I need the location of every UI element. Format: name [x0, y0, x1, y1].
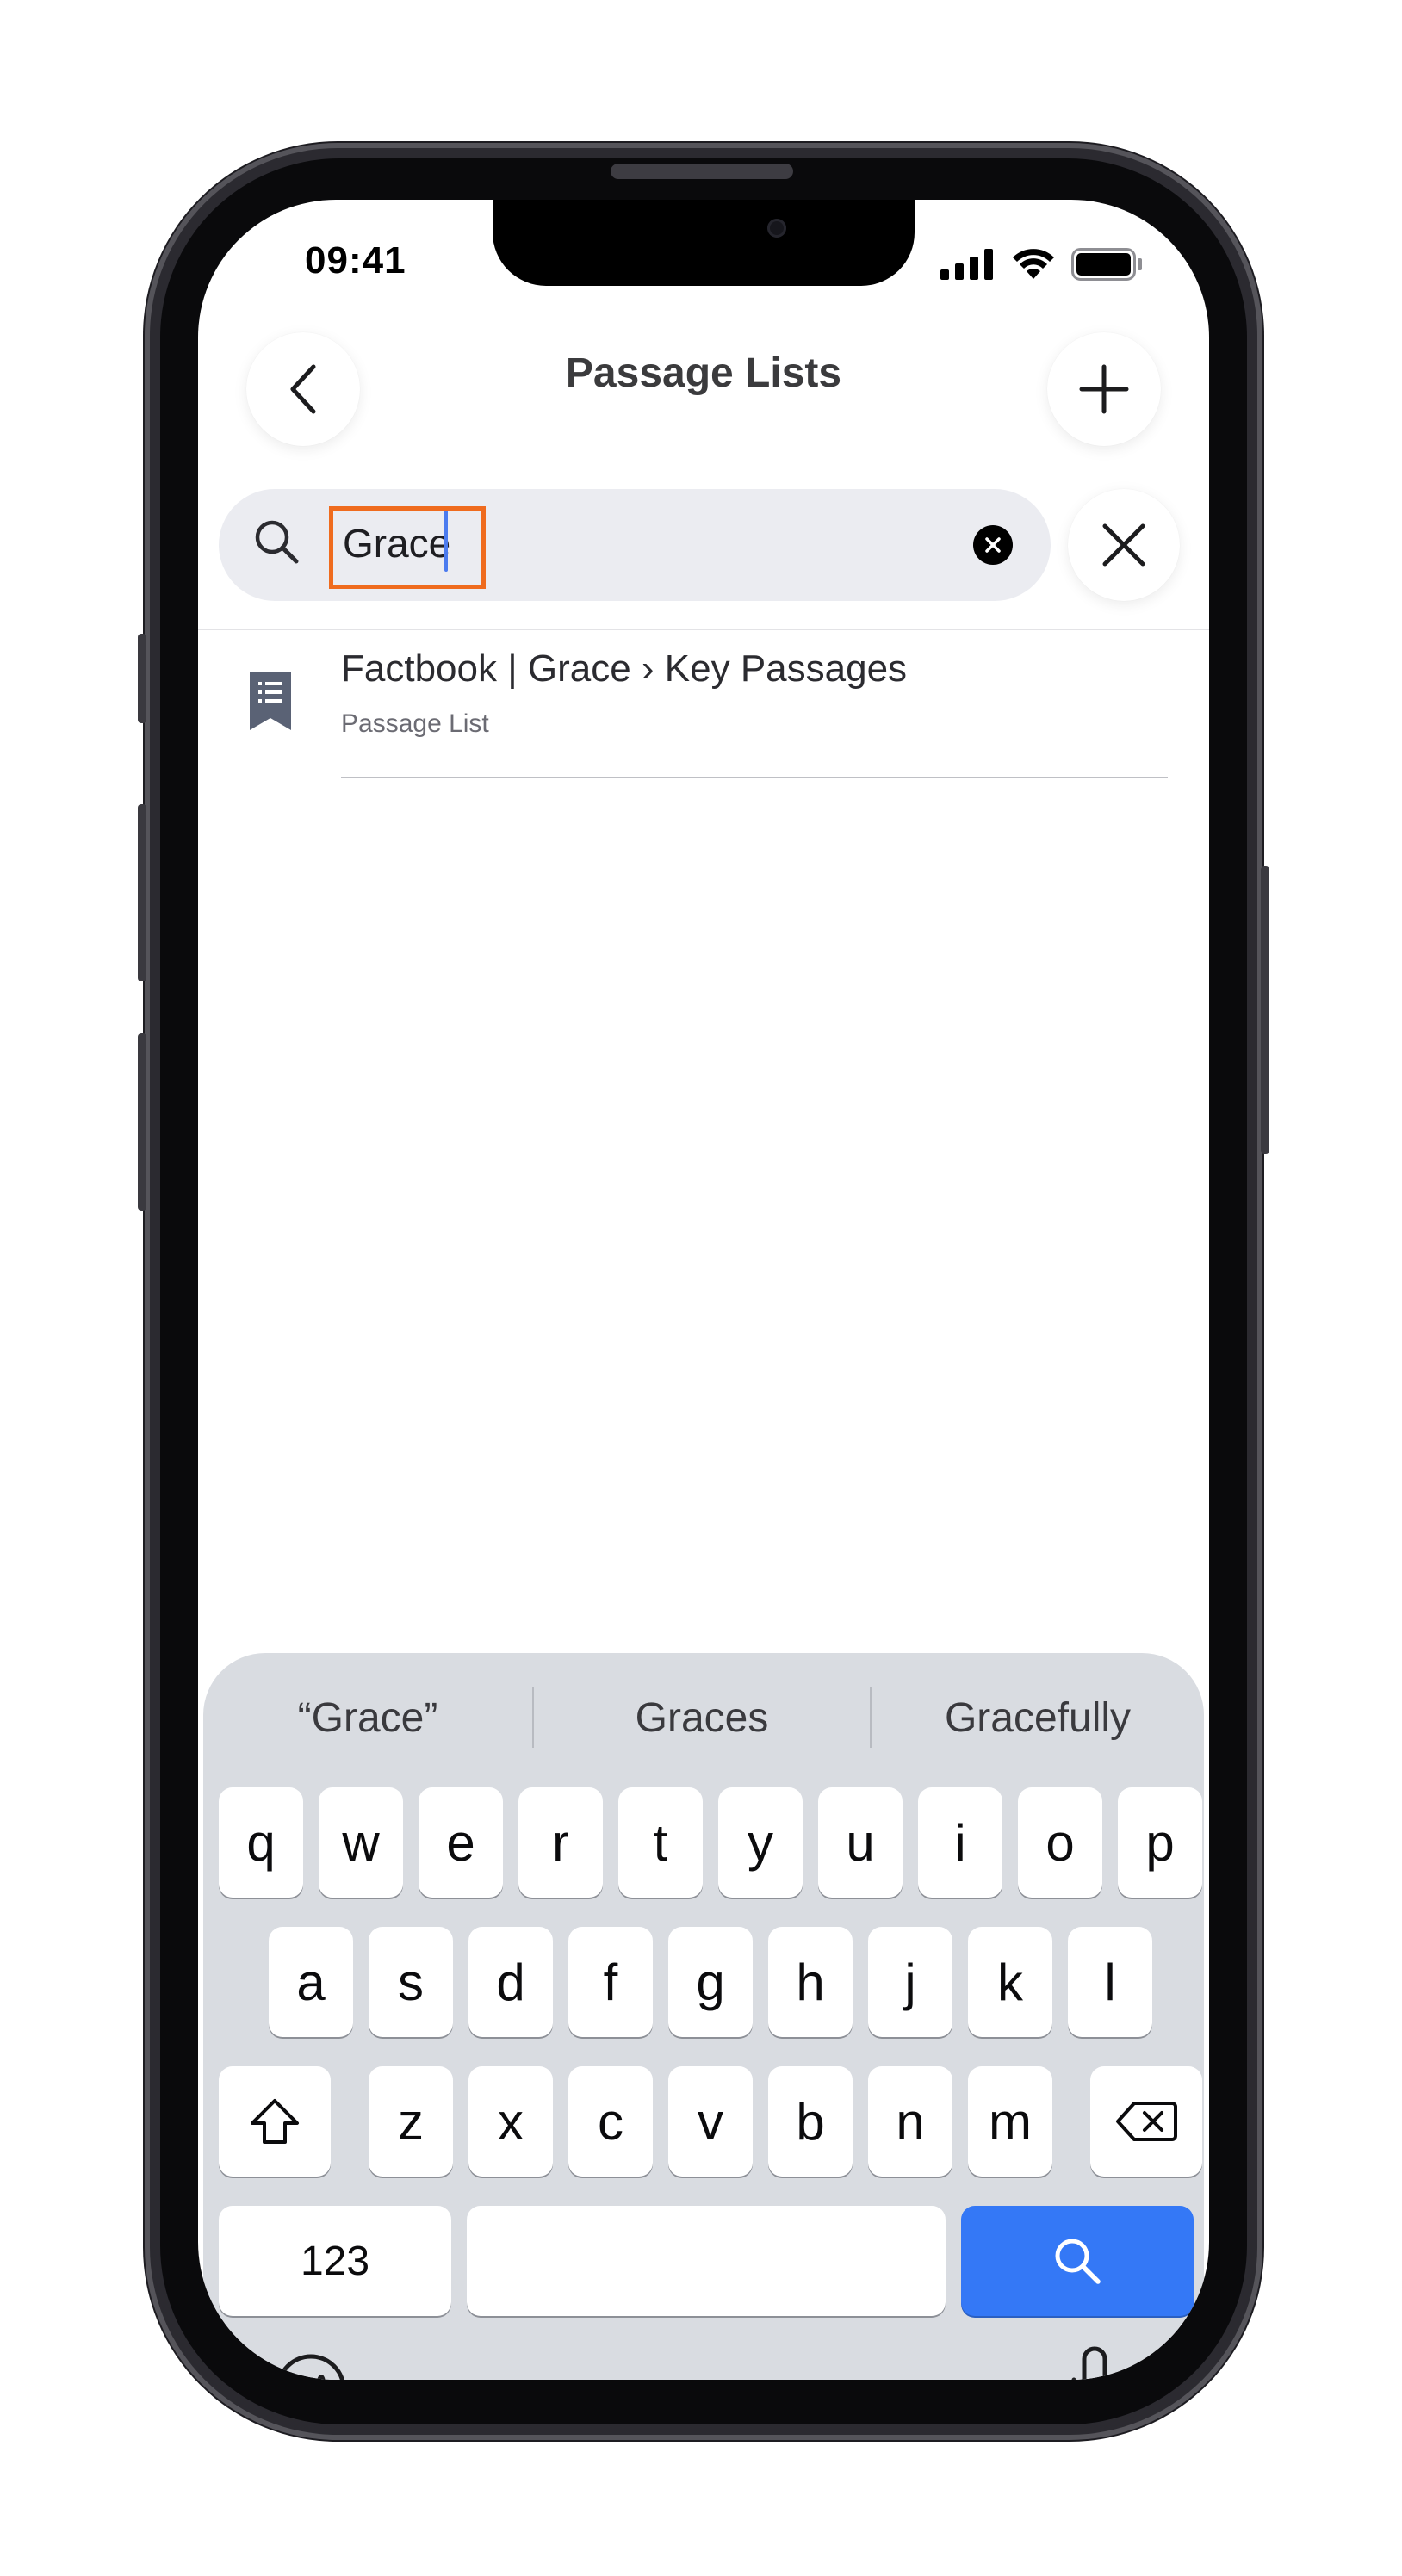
add-button[interactable]	[1047, 332, 1161, 446]
close-icon	[985, 537, 1001, 553]
key-q[interactable]: q	[219, 1787, 303, 1898]
volume-down-button	[138, 1033, 146, 1211]
shift-arrow-icon	[251, 2099, 299, 2144]
camera-icon	[766, 219, 786, 238]
search-bar[interactable]: Grace	[219, 489, 1051, 601]
cancel-search-button[interactable]	[1068, 489, 1180, 601]
keyboard: “Grace” Graces Gracefully q w e r t y u …	[203, 1653, 1204, 2380]
result-title: Factbook | Grace › Key Passages	[341, 647, 908, 690]
microphone-icon	[1071, 2346, 1118, 2380]
key-z[interactable]: z	[369, 2066, 453, 2177]
key-i[interactable]: i	[918, 1787, 1002, 1898]
wifi-icon	[1013, 249, 1054, 279]
suggestion-1[interactable]: “Grace”	[203, 1653, 532, 1782]
volume-up-button	[138, 804, 146, 981]
search-icon	[255, 520, 299, 564]
silent-switch	[138, 634, 146, 723]
key-v[interactable]: v	[668, 2066, 753, 2177]
emoji-button[interactable]	[272, 2350, 350, 2380]
key-h[interactable]: h	[768, 1927, 853, 2037]
space-bar[interactable]	[467, 2206, 946, 2316]
key-o[interactable]: o	[1018, 1787, 1102, 1898]
screen: 09:41 Passage List s Grace Factbook | Gra…	[198, 200, 1209, 2380]
cellular-signal-icon	[940, 249, 993, 280]
battery-icon	[1071, 248, 1142, 281]
key-g[interactable]: g	[668, 1927, 753, 2037]
key-w[interactable]: w	[319, 1787, 403, 1898]
key-b[interactable]: b	[768, 2066, 853, 2177]
emoji-icon	[277, 2354, 344, 2380]
key-e[interactable]: e	[419, 1787, 503, 1898]
search-key[interactable]	[961, 2206, 1194, 2316]
status-icons	[940, 248, 1144, 281]
suggestion-2[interactable]: Graces	[534, 1653, 870, 1782]
power-button	[1261, 866, 1269, 1154]
suggestion-3[interactable]: Gracefully	[872, 1653, 1204, 1782]
list-item[interactable]: Factbook | Grace › Key Passages Passage …	[198, 630, 1209, 778]
key-a[interactable]: a	[269, 1927, 353, 2037]
earpiece-speaker	[611, 164, 793, 179]
key-n[interactable]: n	[868, 2066, 952, 2177]
delete-key[interactable]	[1090, 2066, 1202, 2177]
key-r[interactable]: r	[518, 1787, 603, 1898]
search-icon	[1055, 2239, 1101, 2284]
close-icon	[1102, 523, 1145, 567]
result-subtitle: Passage List	[341, 709, 489, 738]
key-u[interactable]: u	[818, 1787, 903, 1898]
key-x[interactable]: x	[468, 2066, 553, 2177]
key-k[interactable]: k	[968, 1927, 1052, 2037]
plus-icon	[1079, 364, 1129, 414]
key-d[interactable]: d	[468, 1927, 553, 2037]
dictation-button[interactable]	[1056, 2342, 1133, 2380]
key-l[interactable]: l	[1068, 1927, 1152, 2037]
numbers-key[interactable]: 123	[219, 2206, 451, 2316]
passage-list-icon	[250, 672, 291, 730]
key-c[interactable]: c	[568, 2066, 653, 2177]
notch	[493, 200, 915, 286]
key-m[interactable]: m	[968, 2066, 1052, 2177]
key-p[interactable]: p	[1118, 1787, 1202, 1898]
key-f[interactable]: f	[568, 1927, 653, 2037]
shift-key[interactable]	[219, 2066, 331, 2177]
status-time: 09:41	[305, 239, 406, 282]
key-t[interactable]: t	[618, 1787, 703, 1898]
search-input-highlight	[329, 506, 486, 589]
backspace-icon	[1116, 2102, 1177, 2141]
key-s[interactable]: s	[369, 1927, 453, 2037]
clear-search-button[interactable]	[973, 525, 1013, 565]
key-y[interactable]: y	[718, 1787, 803, 1898]
result-divider	[341, 777, 1168, 778]
key-j[interactable]: j	[868, 1927, 952, 2037]
